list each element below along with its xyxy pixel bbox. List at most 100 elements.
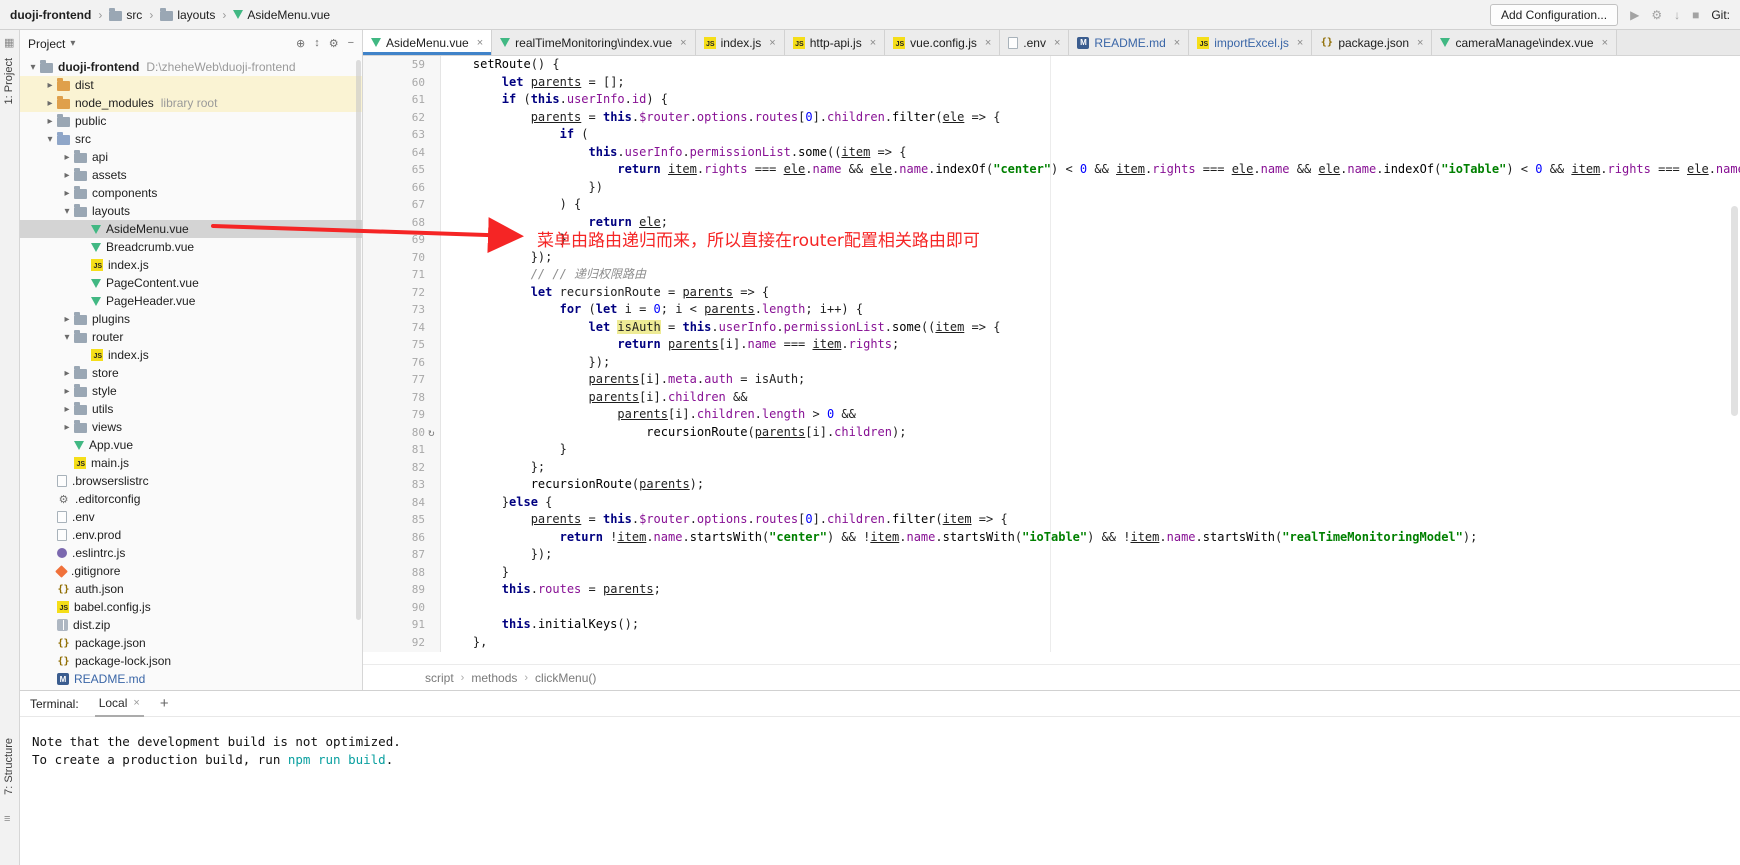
line-number[interactable]: 87 bbox=[363, 546, 425, 564]
line-number[interactable]: 68 bbox=[363, 214, 425, 232]
line-number[interactable]: 74 bbox=[363, 319, 425, 337]
line-number[interactable]: 67 bbox=[363, 196, 425, 214]
editor-tab[interactable]: cameraManage\index.vue× bbox=[1432, 30, 1617, 55]
line-number[interactable]: 60 bbox=[363, 74, 425, 92]
update-icon[interactable]: ↓ bbox=[1674, 9, 1680, 21]
chevron-right-icon[interactable]: ▸ bbox=[60, 404, 74, 415]
editor-tab[interactable]: JSimportExcel.js× bbox=[1189, 30, 1312, 55]
settings-icon[interactable]: ⚙ bbox=[1651, 9, 1662, 21]
breadcrumb-item[interactable]: methods bbox=[471, 671, 517, 685]
line-number[interactable]: 73 bbox=[363, 301, 425, 319]
structure-tool-icon[interactable]: ≡ bbox=[4, 813, 10, 825]
terminal-tab-local[interactable]: Local × bbox=[95, 691, 144, 717]
line-number[interactable]: 89 bbox=[363, 581, 425, 599]
tree-item[interactable]: MREADME.md bbox=[20, 670, 362, 688]
tree-item[interactable]: AsideMenu.vue bbox=[20, 220, 362, 238]
chevron-right-icon[interactable]: ▸ bbox=[60, 152, 74, 163]
tree-item[interactable]: ▸plugins bbox=[20, 310, 362, 328]
tree-item[interactable]: App.vue bbox=[20, 436, 362, 454]
chevron-right-icon[interactable]: ▸ bbox=[60, 386, 74, 397]
tab-close-icon[interactable]: × bbox=[769, 37, 775, 49]
tree-item[interactable]: ▸assets bbox=[20, 166, 362, 184]
chevron-right-icon[interactable]: ▸ bbox=[60, 314, 74, 325]
line-number[interactable]: 82 bbox=[363, 459, 425, 477]
terminal-output[interactable]: Note that the development build is not o… bbox=[20, 717, 1740, 769]
tool-window-button-structure[interactable]: 7: Structure bbox=[3, 738, 15, 795]
tree-item[interactable]: .browserslistrc bbox=[20, 472, 362, 490]
chevron-right-icon[interactable]: ▸ bbox=[43, 80, 57, 91]
editor-tab[interactable]: JShttp-api.js× bbox=[785, 30, 885, 55]
line-number[interactable]: 92 bbox=[363, 634, 425, 652]
tree-item[interactable]: ▾router bbox=[20, 328, 362, 346]
tab-close-icon[interactable]: × bbox=[1602, 37, 1608, 49]
swap-icon[interactable]: ↕ bbox=[314, 37, 320, 50]
line-number[interactable]: 81 bbox=[363, 441, 425, 459]
tree-item[interactable]: ▸store bbox=[20, 364, 362, 382]
tree-item[interactable]: JSbabel.config.js bbox=[20, 598, 362, 616]
tree-item[interactable]: ▸utils bbox=[20, 400, 362, 418]
editor-tab[interactable]: realTimeMonitoring\index.vue× bbox=[492, 30, 695, 55]
tree-item[interactable]: .env bbox=[20, 508, 362, 526]
tree-item[interactable]: ▸api bbox=[20, 148, 362, 166]
line-number[interactable]: 75 bbox=[363, 336, 425, 354]
tab-close-icon[interactable]: × bbox=[985, 37, 991, 49]
chevron-down-icon[interactable]: ▾ bbox=[43, 134, 57, 145]
tree-item[interactable]: {}auth.json bbox=[20, 580, 362, 598]
line-number[interactable]: 77 bbox=[363, 371, 425, 389]
line-number[interactable]: 59 bbox=[363, 56, 425, 74]
tree-item[interactable]: {}package.json bbox=[20, 634, 362, 652]
line-number[interactable]: 85 bbox=[363, 511, 425, 529]
tab-close-icon[interactable]: × bbox=[1054, 37, 1060, 49]
chevron-right-icon[interactable]: ▸ bbox=[43, 98, 57, 109]
stop-icon[interactable]: ■ bbox=[1692, 9, 1699, 21]
breadcrumb-item[interactable]: src bbox=[109, 8, 142, 22]
breadcrumb-item[interactable]: script bbox=[425, 671, 454, 685]
tree-item[interactable]: ▾src bbox=[20, 130, 362, 148]
tree-item[interactable]: .gitignore bbox=[20, 562, 362, 580]
line-number[interactable]: 88 bbox=[363, 564, 425, 582]
tool-window-button-project[interactable]: 1: Project bbox=[3, 58, 15, 104]
editor-tab[interactable]: JSvue.config.js× bbox=[885, 30, 1000, 55]
tree-item[interactable]: ▾duoji-frontendD:\zheheWeb\duoji-fronten… bbox=[20, 58, 362, 76]
breadcrumb-item[interactable]: AsideMenu.vue bbox=[233, 8, 330, 22]
run-icon[interactable]: ▶ bbox=[1630, 9, 1639, 21]
breadcrumb-item[interactable]: clickMenu() bbox=[535, 671, 596, 685]
tree-item[interactable]: dist.zip bbox=[20, 616, 362, 634]
hide-icon[interactable]: − bbox=[348, 37, 354, 50]
vertical-scrollbar[interactable] bbox=[1731, 206, 1738, 416]
chevron-right-icon[interactable]: ▸ bbox=[60, 422, 74, 433]
line-number[interactable]: 79 bbox=[363, 406, 425, 424]
chevron-right-icon[interactable]: ▸ bbox=[60, 368, 74, 379]
tree-item[interactable]: ⚙.editorconfig bbox=[20, 490, 362, 508]
line-number[interactable]: 63 bbox=[363, 126, 425, 144]
chevron-right-icon[interactable]: ▸ bbox=[43, 116, 57, 127]
tree-item[interactable]: .eslintrc.js bbox=[20, 544, 362, 562]
line-number[interactable]: 76 bbox=[363, 354, 425, 372]
chevron-down-icon[interactable]: ▾ bbox=[60, 332, 74, 343]
chevron-down-icon[interactable]: ▾ bbox=[26, 62, 40, 73]
tree-item[interactable]: ▸dist bbox=[20, 76, 362, 94]
project-scrollbar[interactable] bbox=[356, 60, 361, 620]
tab-close-icon[interactable]: × bbox=[680, 37, 686, 49]
chevron-down-icon[interactable]: ▾ bbox=[60, 206, 74, 217]
tab-close-icon[interactable]: × bbox=[870, 37, 876, 49]
line-number[interactable]: 91 bbox=[363, 616, 425, 634]
editor-tab[interactable]: .env× bbox=[1000, 30, 1069, 55]
line-number[interactable]: 80 bbox=[363, 424, 425, 442]
breadcrumb-item[interactable]: layouts bbox=[160, 8, 215, 22]
chevron-right-icon[interactable]: ▸ bbox=[60, 170, 74, 181]
line-number[interactable]: 61 bbox=[363, 91, 425, 109]
line-number[interactable]: 71 bbox=[363, 266, 425, 284]
tree-item[interactable]: ▾layouts bbox=[20, 202, 362, 220]
tab-close-icon[interactable]: × bbox=[1297, 37, 1303, 49]
line-number[interactable]: 90 bbox=[363, 599, 425, 617]
settings-icon[interactable]: ⚙ bbox=[329, 37, 339, 50]
editor-tab[interactable]: JSindex.js× bbox=[696, 30, 785, 55]
tree-item[interactable]: ▸style bbox=[20, 382, 362, 400]
chevron-down-icon[interactable]: ▾ bbox=[70, 38, 75, 49]
git-branch-label[interactable]: Git: bbox=[1711, 8, 1730, 22]
tab-close-icon[interactable]: × bbox=[133, 697, 139, 709]
tab-close-icon[interactable]: × bbox=[1174, 37, 1180, 49]
tree-item[interactable]: ▸node_moduleslibrary root bbox=[20, 94, 362, 112]
tree-item[interactable]: PageContent.vue bbox=[20, 274, 362, 292]
